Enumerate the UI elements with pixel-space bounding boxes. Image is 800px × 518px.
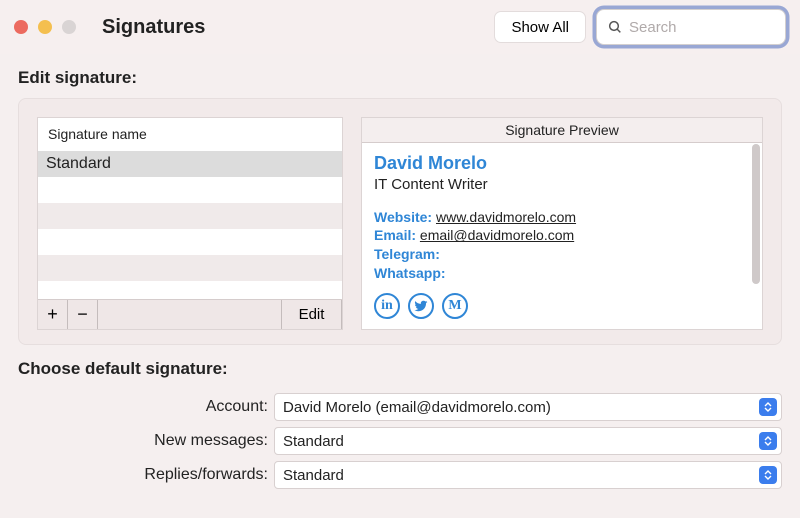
replies-forwards-label: Replies/forwards: [18,466,274,484]
replies-forwards-select[interactable]: Standard [274,461,782,489]
chevron-updown-icon [759,432,777,450]
signature-list: Signature name Standard + − Edit [37,117,343,330]
signature-rows: Standard [38,151,342,299]
email-label: Email: [374,227,416,243]
twitter-icon[interactable] [408,293,434,319]
search-icon [607,19,623,35]
search-field[interactable] [596,9,786,45]
account-select[interactable]: David Morelo (email@davidmorelo.com) [274,393,782,421]
edit-label: Edit [299,306,325,323]
edit-signature-panel: Signature name Standard + − Edit Signatu… [18,98,782,345]
add-signature-button[interactable]: + [38,300,68,329]
medium-icon[interactable]: M [442,293,468,319]
replies-forwards-select-value: Standard [283,467,344,484]
new-messages-row: New messages: Standard [18,427,782,455]
email-value[interactable]: email@davidmorelo.com [420,227,574,243]
whatsapp-label: Whatsapp: [374,265,446,281]
chevron-updown-icon [759,398,777,416]
preview-whatsapp-line: Whatsapp: [374,264,750,283]
chevron-updown-icon [759,466,777,484]
show-all-label: Show All [511,19,569,36]
website-value[interactable]: www.davidmorelo.com [436,209,576,225]
window-controls [14,20,76,34]
preview-telegram-line: Telegram: [374,245,750,264]
preview-role: IT Content Writer [374,175,750,195]
account-row: Account: David Morelo (email@davidmorelo… [18,393,782,421]
defaults-form: Account: David Morelo (email@davidmorelo… [18,389,782,489]
minus-icon: − [77,304,88,325]
new-messages-select[interactable]: Standard [274,427,782,455]
signature-row-empty [38,255,342,281]
toolbar-spacer [98,300,282,329]
signature-row-empty [38,229,342,255]
account-label: Account: [18,398,274,416]
new-messages-label: New messages: [18,432,274,450]
show-all-button[interactable]: Show All [494,11,586,43]
account-select-value: David Morelo (email@davidmorelo.com) [283,399,551,416]
preview-header: Signature Preview [362,118,762,143]
preview-scrollbar[interactable] [752,144,760,284]
search-input[interactable] [629,19,800,36]
preview-body: David Morelo IT Content Writer Website: … [362,143,762,329]
signature-row-empty [38,203,342,229]
preview-social-icons: in M [374,293,750,319]
new-messages-select-value: Standard [283,433,344,450]
preview-name: David Morelo [374,151,750,175]
signature-list-header: Signature name [38,118,342,151]
edit-signature-heading: Edit signature: [0,54,800,98]
replies-forwards-row: Replies/forwards: Standard [18,461,782,489]
titlebar: Signatures Show All [0,0,800,54]
signature-list-toolbar: + − Edit [38,299,342,329]
minimize-window-button[interactable] [38,20,52,34]
remove-signature-button[interactable]: − [68,300,98,329]
signature-row[interactable]: Standard [38,151,342,177]
plus-icon: + [47,304,58,325]
choose-default-heading: Choose default signature: [0,345,800,389]
close-window-button[interactable] [14,20,28,34]
window-title: Signatures [102,16,205,39]
zoom-window-button[interactable] [62,20,76,34]
edit-signature-button[interactable]: Edit [282,300,342,329]
signature-row-empty [38,177,342,203]
preview-email-line: Email: email@davidmorelo.com [374,226,750,245]
preview-website-line: Website: www.davidmorelo.com [374,208,750,227]
website-label: Website: [374,209,432,225]
signature-preview: Signature Preview David Morelo IT Conten… [361,117,763,330]
linkedin-icon[interactable]: in [374,293,400,319]
telegram-label: Telegram: [374,246,440,262]
